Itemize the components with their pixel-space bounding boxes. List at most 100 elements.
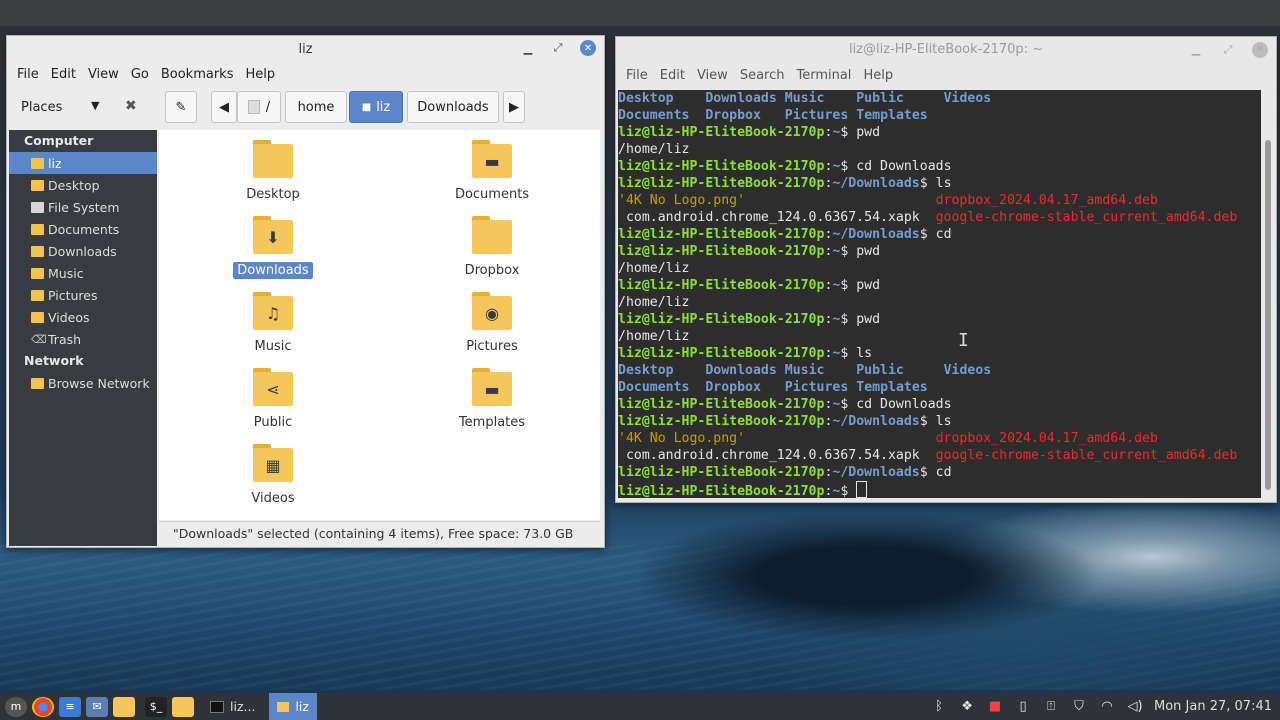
menu-help[interactable]: Help bbox=[239, 67, 281, 82]
terminal-titlebar[interactable]: liz@liz-HP-EliteBook-2170p: ~ ▁ ⤢ ✕ bbox=[616, 37, 1276, 63]
menu-file[interactable]: File bbox=[620, 68, 654, 83]
menu-bookmarks[interactable]: Bookmarks bbox=[155, 67, 240, 82]
menu-edit[interactable]: Edit bbox=[45, 67, 82, 82]
directory-name: Desktop bbox=[618, 363, 674, 378]
sidebar-item-documents[interactable]: Documents bbox=[9, 218, 157, 240]
menu-view[interactable]: View bbox=[82, 67, 125, 82]
downloads-folder-icon bbox=[31, 245, 44, 257]
bluetooth-icon[interactable]: ᛒ bbox=[930, 698, 948, 716]
menu-search[interactable]: Search bbox=[734, 68, 791, 83]
taskbar-window-0[interactable]: liz... bbox=[202, 693, 263, 720]
system-tray: ᛒ ❖ ■ ▯ ⍐ ⛉ ◠ ◁) Mon Jan 27, 07:41 bbox=[930, 693, 1280, 720]
directory-name: Pictures bbox=[784, 380, 849, 395]
deb-file-name: google-chrome-stable_current_amd64.deb bbox=[935, 210, 1238, 225]
folder-item-dropbox[interactable]: Dropbox bbox=[432, 216, 552, 279]
menu-terminal[interactable]: Terminal bbox=[790, 68, 857, 83]
menu-icon[interactable]: m bbox=[5, 696, 27, 717]
path-home-button[interactable]: home bbox=[285, 91, 347, 123]
maximize-button[interactable]: ⤢ bbox=[1220, 42, 1236, 58]
sidebar-header-network: Network bbox=[24, 353, 84, 368]
menu-go[interactable]: Go bbox=[125, 67, 155, 82]
directory-name: Music bbox=[784, 363, 825, 378]
documents-folder-icon: ▬ bbox=[472, 140, 512, 178]
clipboard-icon[interactable]: ▯ bbox=[1014, 698, 1032, 716]
sidebar-item-label: Desktop bbox=[48, 177, 100, 193]
folder-item-desktop[interactable]: Desktop bbox=[213, 140, 333, 203]
file-manager-titlebar[interactable]: liz ▁ ⤢ ✕ bbox=[7, 36, 604, 62]
terminal-icon[interactable]: $_ bbox=[145, 696, 167, 717]
path-downloads-button[interactable]: Downloads bbox=[407, 91, 499, 123]
directory-name: Music bbox=[784, 91, 825, 106]
close-button[interactable]: ✕ bbox=[1252, 42, 1268, 58]
path-back-button[interactable]: ◀ bbox=[211, 91, 237, 123]
terminal-line: liz@liz-HP-EliteBook-2170p:~/Downloads$ … bbox=[618, 413, 1261, 430]
mail-icon[interactable]: ✉ bbox=[86, 696, 108, 717]
chevron-down-icon[interactable]: ▼ bbox=[91, 99, 99, 112]
shield-icon[interactable]: ⛉ bbox=[1070, 698, 1088, 716]
dropbox-icon[interactable]: ❖ bbox=[958, 698, 976, 716]
sidebar-item-browse-network[interactable]: Browse Network bbox=[9, 372, 157, 394]
sidebar-item-pictures[interactable]: Pictures bbox=[9, 284, 157, 306]
chrome-icon[interactable] bbox=[32, 696, 54, 717]
folder-item-music[interactable]: ♫ Music bbox=[213, 292, 333, 355]
taskbar: m ≡ ✉ $_ liz... liz ᛒ ❖ ■ ▯ ⍐ ⛉ ◠ ◁) Mon … bbox=[0, 693, 1280, 720]
path-root-button[interactable]: / bbox=[237, 91, 281, 123]
menu-file[interactable]: File bbox=[11, 67, 45, 82]
menu-edit[interactable]: Edit bbox=[654, 68, 691, 83]
terminal-line: /home/liz bbox=[618, 260, 1261, 277]
terminal-line: liz@liz-HP-EliteBook-2170p:~$ pwd bbox=[618, 124, 1261, 141]
folder-item-public[interactable]: ⋖ Public bbox=[213, 368, 333, 431]
downloads-folder-icon: ⬇ bbox=[253, 216, 293, 254]
files-icon[interactable] bbox=[113, 696, 135, 717]
prompt-symbol: $ bbox=[840, 244, 857, 259]
folder-item-pictures[interactable]: ◉ Pictures bbox=[432, 292, 552, 355]
sidebar-item-label: Documents bbox=[48, 221, 120, 237]
recorder-icon[interactable]: ■ bbox=[986, 698, 1004, 716]
sidebar-header-computer: Computer bbox=[24, 133, 94, 148]
terminal-screen[interactable]: Desktop Downloads Music Public Videos Doc… bbox=[618, 90, 1261, 498]
drive-icon bbox=[31, 201, 44, 213]
command-text: cd bbox=[935, 465, 952, 480]
maximize-button[interactable]: ⤢ bbox=[550, 40, 566, 56]
folder-label: Dropbox bbox=[464, 263, 520, 278]
terminal-line: liz@liz-HP-EliteBook-2170p:~$ pwd bbox=[618, 243, 1261, 260]
sidebar-item-trash[interactable]: ⌫ Trash bbox=[9, 328, 157, 350]
scrollbar-thumb[interactable] bbox=[1265, 140, 1271, 490]
terminal-line: Documents Dropbox Pictures Templates bbox=[618, 107, 1261, 124]
update-manager-icon[interactable]: ⍐ bbox=[1042, 698, 1060, 716]
sidebar-item-liz[interactable]: liz bbox=[9, 152, 157, 174]
close-sidebar-icon[interactable]: ✖ bbox=[125, 98, 137, 114]
path-liz-button[interactable]: ■ liz bbox=[349, 91, 403, 123]
folder-icon[interactable] bbox=[172, 696, 194, 717]
menu-view[interactable]: View bbox=[691, 68, 734, 83]
path-forward-button[interactable]: ▶ bbox=[503, 91, 525, 123]
folder-item-videos[interactable]: ▦ Videos bbox=[213, 444, 333, 507]
places-selector[interactable]: Places ▼ ✖ bbox=[7, 90, 153, 124]
sidebar-item-desktop[interactable]: Desktop bbox=[9, 174, 157, 196]
window-list: liz... liz bbox=[202, 693, 317, 720]
terminal-line: liz@liz-HP-EliteBook-2170p:~/Downloads$ … bbox=[618, 464, 1261, 481]
sidebar-item-file-system[interactable]: File System bbox=[9, 196, 157, 218]
folder-item-documents[interactable]: ▬ Documents bbox=[432, 140, 552, 203]
command-text: cd bbox=[935, 227, 952, 242]
folder-item-templates[interactable]: ▬ Templates bbox=[432, 368, 552, 431]
sidebar-item-videos[interactable]: Videos bbox=[9, 306, 157, 328]
volume-icon[interactable]: ◁) bbox=[1126, 698, 1144, 716]
clock[interactable]: Mon Jan 27, 07:41 bbox=[1154, 699, 1272, 714]
folder-item-downloads[interactable]: ⬇ Downloads bbox=[213, 216, 333, 279]
wifi-icon[interactable]: ◠ bbox=[1098, 698, 1116, 716]
close-button[interactable]: ✕ bbox=[580, 40, 596, 56]
scrollbar[interactable] bbox=[1264, 90, 1272, 498]
sidebar-item-downloads[interactable]: Downloads bbox=[9, 240, 157, 262]
toggle-location-button[interactable]: ✎ bbox=[165, 91, 197, 123]
minimize-button[interactable]: ▁ bbox=[520, 40, 536, 56]
prompt-symbol: $ bbox=[919, 465, 936, 480]
wallpaper-rocks bbox=[640, 500, 1280, 690]
sidebar-item-music[interactable]: Music bbox=[9, 262, 157, 284]
taskbar-window-1[interactable]: liz bbox=[269, 693, 317, 720]
text-editor-icon[interactable]: ≡ bbox=[59, 696, 81, 717]
menu-help[interactable]: Help bbox=[857, 68, 899, 83]
minimize-button[interactable]: ▁ bbox=[1188, 42, 1204, 58]
